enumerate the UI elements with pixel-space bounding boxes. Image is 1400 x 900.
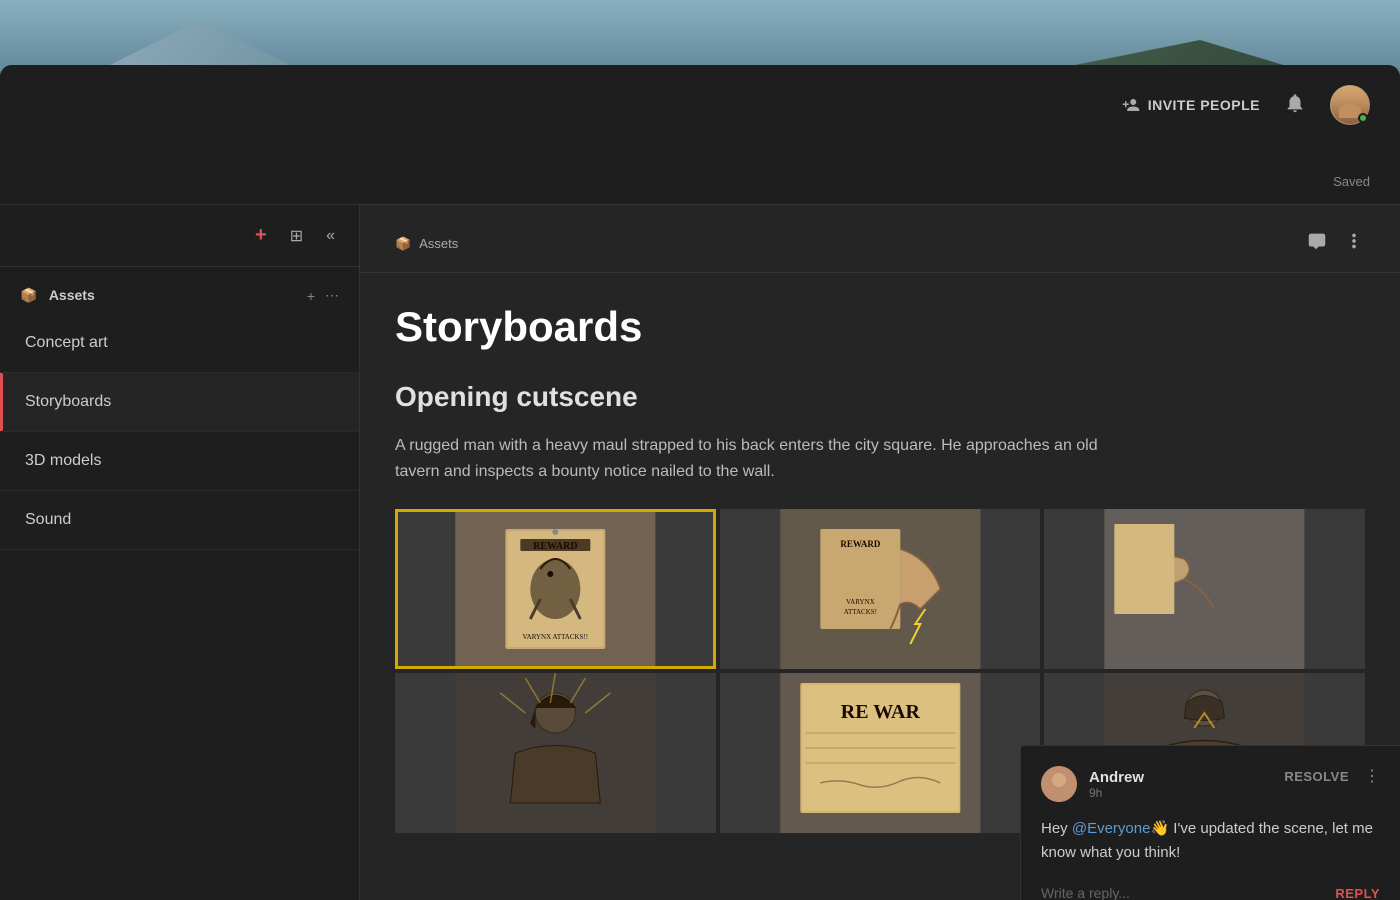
svg-text:VARYNX ATTACKS!!: VARYNX ATTACKS!! bbox=[523, 633, 589, 641]
section-menu-button[interactable]: ⋯ bbox=[325, 287, 339, 304]
frame-1-sketch: REWARD VARYNX ATTACKS!! bbox=[395, 509, 716, 669]
frame-5-sketch: RE WAR bbox=[720, 673, 1041, 833]
more-options-button[interactable] bbox=[1343, 230, 1365, 257]
section-title: Opening cutscene bbox=[395, 381, 1365, 413]
storyboard-frame-1[interactable]: REWARD VARYNX ATTACKS!! bbox=[395, 509, 716, 669]
notification-button[interactable] bbox=[1280, 88, 1310, 123]
mention: @Everyone bbox=[1072, 820, 1151, 837]
header: INVITE PEOPLE Saved bbox=[0, 65, 1400, 205]
breadcrumb-icon: 📦 bbox=[395, 236, 411, 252]
storyboard-frame-2[interactable]: REWARD VARYNX ATTACKS! bbox=[720, 509, 1041, 669]
vertical-dots-icon bbox=[1343, 230, 1365, 252]
sidebar-item-storyboards[interactable]: Storyboards bbox=[0, 373, 359, 432]
sidebar: + ⊞ « 📦 Assets + ⋯ bbox=[0, 205, 360, 900]
header-top: INVITE PEOPLE bbox=[0, 65, 1400, 125]
comment-panel: Andrew 9h RESOLVE ⋮ Hey @Everyone👋 I've … bbox=[1020, 745, 1400, 900]
saved-status: Saved bbox=[0, 174, 1400, 204]
collapse-button[interactable]: « bbox=[322, 223, 339, 249]
comment-user-info: Andrew 9h bbox=[1089, 769, 1144, 800]
online-status-dot bbox=[1358, 113, 1368, 123]
page-actions bbox=[1306, 230, 1365, 257]
person-add-icon bbox=[1122, 96, 1140, 114]
assets-section-header: 📦 Assets + ⋯ bbox=[0, 277, 359, 314]
comment-username: Andrew bbox=[1089, 769, 1144, 786]
svg-text:RE WAR: RE WAR bbox=[840, 701, 920, 723]
svg-text:VARYNX: VARYNX bbox=[846, 598, 875, 606]
add-button[interactable]: + bbox=[251, 220, 271, 251]
comment-body: Hey @Everyone👋 I've updated the scene, l… bbox=[1041, 817, 1380, 865]
comment-user: Andrew 9h bbox=[1041, 766, 1144, 802]
comment-header: Andrew 9h RESOLVE ⋮ bbox=[1041, 766, 1380, 802]
sidebar-item-sound[interactable]: Sound bbox=[0, 491, 359, 550]
reply-button[interactable]: REPLY bbox=[1335, 886, 1380, 900]
frame-4-sketch bbox=[395, 673, 716, 833]
user-avatar-container[interactable] bbox=[1330, 85, 1370, 125]
expand-button[interactable]: ⊞ bbox=[286, 222, 307, 250]
sidebar-item-3d-models[interactable]: 3D models bbox=[0, 432, 359, 491]
commenter-avatar-image bbox=[1041, 766, 1077, 802]
storyboard-frame-3[interactable] bbox=[1044, 509, 1365, 669]
section-add-button[interactable]: + bbox=[307, 288, 315, 304]
resolve-button[interactable]: RESOLVE bbox=[1284, 769, 1349, 784]
main-content: + ⊞ « 📦 Assets + ⋯ bbox=[0, 205, 1400, 900]
comment-button[interactable] bbox=[1306, 230, 1328, 257]
comment-icon bbox=[1306, 230, 1328, 252]
commenter-avatar bbox=[1041, 766, 1077, 802]
section-description: A rugged man with a heavy maul strapped … bbox=[395, 433, 1145, 484]
comment-reply-area: Write a reply... REPLY bbox=[1041, 885, 1380, 900]
svg-text:REWARD: REWARD bbox=[533, 541, 577, 552]
sidebar-item-concept-art[interactable]: Concept art bbox=[0, 314, 359, 373]
frame-2-sketch: REWARD VARYNX ATTACKS! bbox=[720, 509, 1041, 669]
sidebar-toolbar: + ⊞ « bbox=[0, 205, 359, 267]
reply-input[interactable]: Write a reply... bbox=[1041, 885, 1335, 900]
image-grid-row-1: REWARD VARYNX ATTACKS!! bbox=[395, 509, 1365, 669]
frame-3-sketch bbox=[1044, 509, 1365, 669]
svg-text:ATTACKS!: ATTACKS! bbox=[843, 608, 876, 616]
comment-actions: RESOLVE ⋮ bbox=[1284, 766, 1380, 786]
section-actions: + ⋯ bbox=[307, 287, 339, 304]
storyboard-frame-5[interactable]: RE WAR bbox=[720, 673, 1041, 833]
invite-people-button[interactable]: INVITE PEOPLE bbox=[1122, 96, 1260, 114]
storyboard-frame-4[interactable] bbox=[395, 673, 716, 833]
comment-menu-button[interactable]: ⋮ bbox=[1364, 766, 1380, 786]
svg-text:REWARD: REWARD bbox=[840, 539, 881, 549]
assets-icon: 📦 bbox=[20, 287, 37, 303]
page-header: 📦 Assets bbox=[360, 205, 1400, 273]
sidebar-section: 📦 Assets + ⋯ Concept art Storyboards bbox=[0, 267, 359, 560]
app-window: INVITE PEOPLE Saved + bbox=[0, 65, 1400, 900]
bell-icon bbox=[1284, 92, 1306, 114]
breadcrumb: 📦 Assets bbox=[395, 236, 458, 252]
comment-time: 9h bbox=[1089, 786, 1144, 800]
assets-label: 📦 Assets bbox=[20, 287, 95, 304]
page-title: Storyboards bbox=[395, 303, 1365, 351]
page-content: 📦 Assets bbox=[360, 205, 1400, 900]
